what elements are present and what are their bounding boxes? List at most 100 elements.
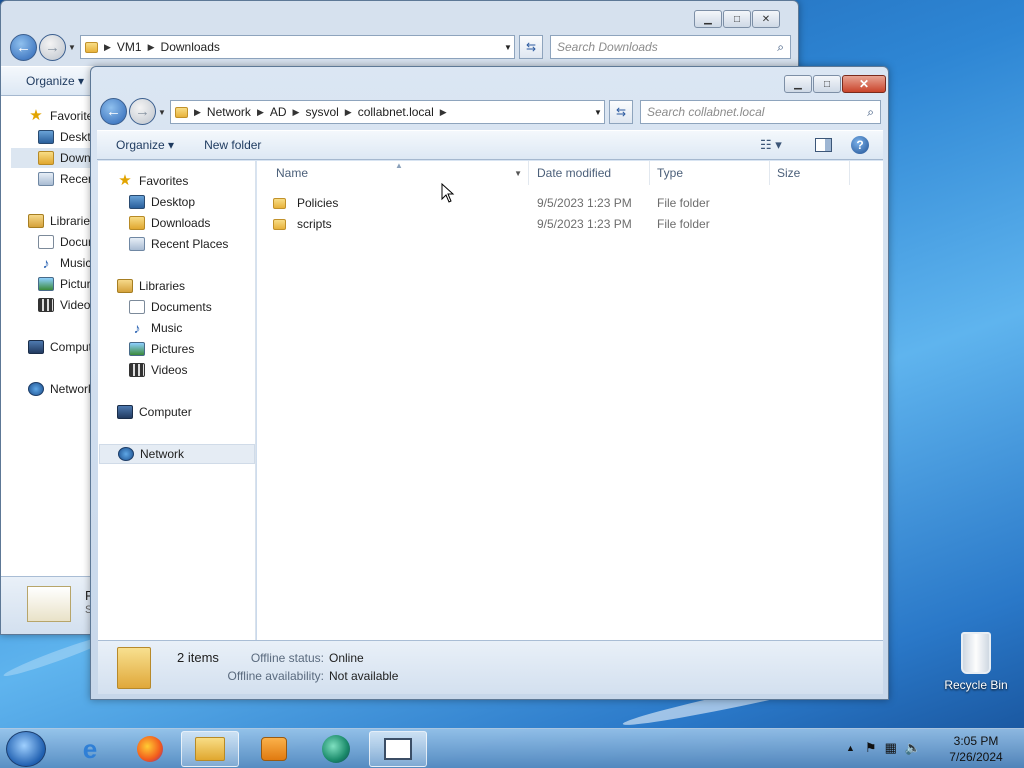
nav-pictures[interactable]: Pictures	[151, 342, 194, 356]
file-row[interactable]: Policies 9/5/2023 1:23 PM File folder	[273, 193, 863, 213]
navigation-pane: ★ Favorite Deskto Down Recen Librarie Doc…	[1, 96, 97, 576]
file-date: 9/5/2023 1:23 PM	[537, 217, 632, 231]
clock[interactable]: 3:05 PM 7/26/2024	[936, 733, 1016, 765]
bg-caption-buttons: ▁ □ ✕	[694, 10, 780, 28]
volume-muted-icon[interactable]: 🔈	[905, 740, 921, 756]
search-input[interactable]: Search Downloads ⌕	[550, 35, 791, 59]
media-player-icon[interactable]	[245, 731, 303, 767]
search-input[interactable]: Search collabnet.local ⌕	[640, 100, 881, 124]
nav-item[interactable]: Docur	[60, 235, 92, 249]
nav-item[interactable]: Comput	[50, 340, 92, 354]
back-button[interactable]: ←	[10, 34, 37, 61]
nav-item[interactable]: Favorite	[50, 109, 93, 123]
file-type: File folder	[657, 196, 710, 210]
address-bar[interactable]: ▶ VM1 ▶ Downloads ▼	[80, 35, 515, 59]
breadcrumb-item[interactable]: VM1	[117, 40, 142, 54]
folder-icon	[273, 218, 286, 230]
nav-item[interactable]: Librarie	[50, 214, 90, 228]
forward-button[interactable]: →	[39, 34, 66, 61]
column-header-type[interactable]: Type	[650, 161, 770, 185]
internet-explorer-icon[interactable]: e	[61, 731, 119, 767]
close-button[interactable]: ✕	[752, 10, 780, 28]
libraries-icon	[28, 214, 44, 228]
star-icon: ★	[29, 107, 43, 124]
explorer-window[interactable]: ▁ □ ✕ ← → ▼ ▶ Network ▶ AD ▶ sysvol ▶ co…	[90, 66, 889, 700]
recent-places-icon	[38, 172, 54, 186]
network-tray-icon[interactable]: ▦	[885, 740, 897, 756]
column-header-name[interactable]: Name ▼	[261, 161, 529, 185]
nav-computer[interactable]: Computer	[139, 405, 192, 419]
column-header-date[interactable]: Date modified	[530, 161, 650, 185]
show-hidden-icons-icon[interactable]: ▲	[846, 743, 855, 753]
breadcrumb-item[interactable]: sysvol	[305, 105, 338, 119]
new-folder-button[interactable]: New folder	[184, 138, 271, 152]
chevron-right-icon: ▶	[439, 106, 447, 117]
nav-recent-places[interactable]: Recent Places	[151, 237, 228, 251]
back-button[interactable]: ←	[100, 98, 127, 125]
view-options-icon[interactable]: ☷ ▾	[760, 137, 782, 153]
recent-pages-dropdown[interactable]: ▼	[158, 108, 166, 117]
breadcrumb-item[interactable]: Downloads	[161, 40, 220, 54]
nav-item-selected[interactable]: Down	[60, 151, 91, 165]
libraries-icon	[117, 279, 133, 293]
nav-item[interactable]: Video	[60, 298, 90, 312]
breadcrumb-item[interactable]: Network	[207, 105, 251, 119]
refresh-button[interactable]: ⇆	[519, 35, 543, 59]
computer-icon	[28, 340, 44, 354]
nav-favorites[interactable]: Favorites	[139, 174, 188, 188]
breadcrumb-item[interactable]: AD	[270, 105, 287, 119]
windows-explorer-icon[interactable]	[181, 731, 239, 767]
maximize-button[interactable]: □	[813, 75, 841, 93]
nav-libraries[interactable]: Libraries	[139, 279, 185, 293]
music-icon: ♪	[42, 255, 50, 271]
folder-icon	[273, 197, 286, 209]
address-bar[interactable]: ▶ Network ▶ AD ▶ sysvol ▶ collabnet.loca…	[170, 100, 605, 124]
file-name: Policies	[297, 196, 339, 210]
address-dropdown-icon[interactable]: ▼	[594, 108, 602, 117]
nav-network-selected[interactable]: Network	[140, 447, 184, 461]
refresh-button[interactable]: ⇆	[609, 100, 633, 124]
organize-button[interactable]: Organize ▾	[97, 138, 184, 152]
videos-icon	[38, 298, 54, 312]
videos-icon	[129, 363, 145, 377]
close-button[interactable]: ✕	[842, 75, 886, 93]
start-button[interactable]	[6, 731, 46, 767]
file-list: ▲ Name ▼ Date modified Type Size Policies…	[257, 161, 883, 640]
window-app-icon[interactable]	[369, 731, 427, 767]
maximize-button[interactable]: □	[723, 10, 751, 28]
file-row[interactable]: scripts 9/5/2023 1:23 PM File folder	[273, 214, 863, 234]
column-header-size[interactable]: Size	[770, 161, 850, 185]
minimize-button[interactable]: ▁	[694, 10, 722, 28]
nav-documents[interactable]: Documents	[151, 300, 212, 314]
nav-videos[interactable]: Videos	[151, 363, 187, 377]
network-icon	[118, 447, 134, 461]
help-icon[interactable]: ?	[851, 136, 869, 154]
details-pane: 2 items Offline status: Online Offline a…	[98, 640, 883, 694]
nav-item[interactable]: Pictur	[60, 277, 91, 291]
minimize-button[interactable]: ▁	[784, 75, 812, 93]
breadcrumb-item[interactable]: collabnet.local	[358, 105, 434, 119]
documents-icon	[129, 300, 145, 314]
app-icon[interactable]	[307, 731, 365, 767]
action-center-flag-icon[interactable]: ⚑	[865, 740, 877, 756]
offline-availability-value: Not available	[329, 669, 399, 683]
nav-desktop[interactable]: Desktop	[151, 195, 195, 209]
nav-item[interactable]: Network	[50, 382, 94, 396]
recycle-bin-shortcut[interactable]: Recycle Bin	[940, 632, 1012, 692]
address-dropdown-icon[interactable]: ▼	[504, 43, 512, 52]
network-icon	[28, 382, 44, 396]
column-filter-icon[interactable]: ▼	[514, 169, 522, 178]
music-icon: ♪	[133, 320, 141, 336]
offline-status-label: Offline status:	[250, 651, 324, 665]
folder-large-icon	[117, 647, 151, 689]
search-placeholder: Search Downloads	[557, 40, 658, 54]
certificate-icon	[27, 586, 71, 622]
firefox-icon[interactable]	[121, 731, 179, 767]
recent-pages-dropdown[interactable]: ▼	[68, 43, 76, 52]
organize-button[interactable]: Organize ▾	[1, 74, 94, 88]
forward-button[interactable]: →	[129, 98, 156, 125]
nav-item[interactable]: Music	[60, 256, 91, 270]
nav-downloads[interactable]: Downloads	[151, 216, 210, 230]
preview-pane-icon[interactable]	[815, 138, 832, 152]
nav-music[interactable]: Music	[151, 321, 182, 335]
